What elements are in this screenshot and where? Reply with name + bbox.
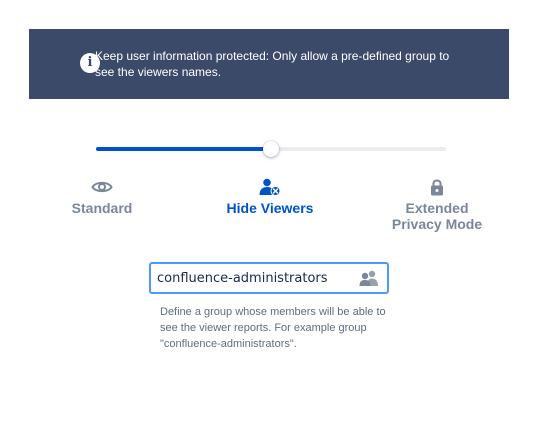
info-banner: i Keep user information protected: Only … (29, 29, 509, 99)
lock-icon (431, 179, 443, 196)
privacy-level-label: Hide Viewers (226, 200, 314, 216)
group-icon[interactable] (359, 270, 379, 286)
privacy-level-label: Standard (71, 200, 133, 216)
privacy-slider-thumb[interactable] (263, 141, 279, 157)
eye-icon (91, 181, 113, 193)
privacy-level-standard[interactable]: Standard (62, 178, 142, 216)
group-input[interactable] (157, 269, 347, 287)
privacy-level-extended[interactable]: Extended Privacy Mode (387, 178, 487, 232)
privacy-slider-fill (96, 147, 271, 151)
privacy-level-hide-viewers[interactable]: Hide Viewers (215, 178, 325, 216)
group-help-text: Define a group whose members will be abl… (160, 306, 386, 350)
privacy-slider-track[interactable] (96, 141, 446, 157)
banner-text: Keep user information protected: Only al… (95, 49, 450, 79)
group-field[interactable] (149, 262, 389, 294)
privacy-level-label: Extended Privacy Mode (391, 200, 483, 232)
user-hidden-icon (259, 178, 281, 196)
